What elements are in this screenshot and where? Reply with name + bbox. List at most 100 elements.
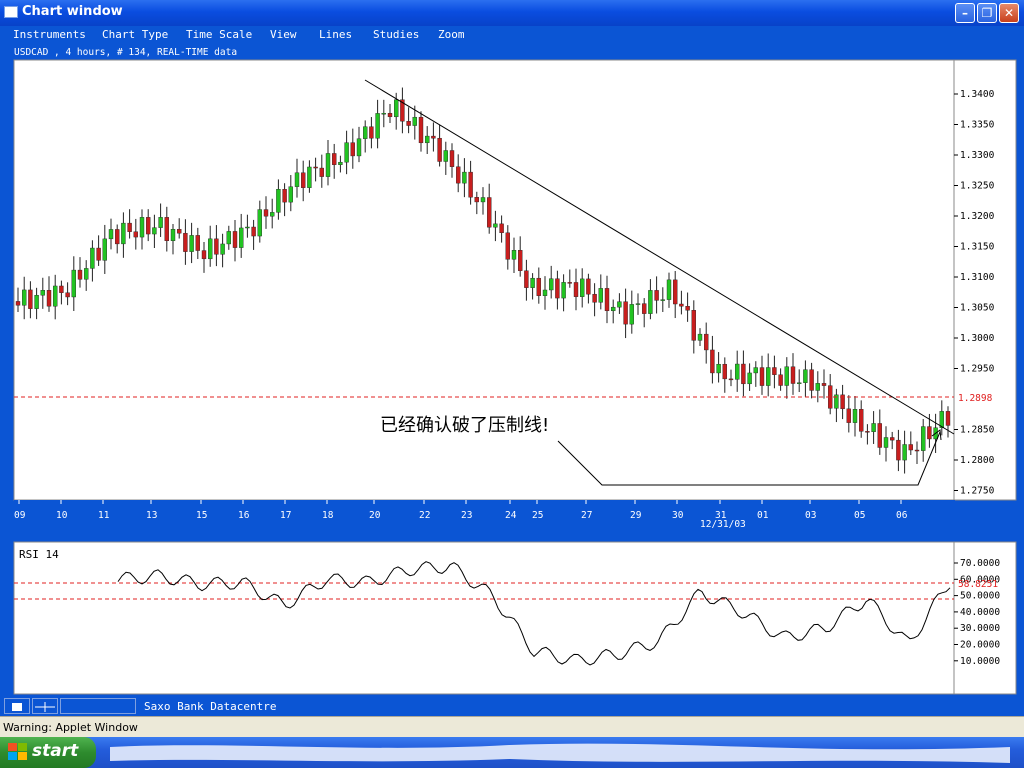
candle-body — [927, 426, 932, 440]
candle-body — [815, 383, 820, 391]
candle-body — [257, 209, 262, 237]
candle-body — [797, 382, 802, 384]
menu-lines[interactable]: Lines — [319, 28, 352, 41]
candle-body — [443, 150, 448, 162]
candle-body — [313, 166, 318, 169]
date-tick-label: 17 — [280, 510, 291, 521]
candle-body — [394, 99, 399, 118]
candle-body — [102, 238, 108, 261]
candle-body — [673, 279, 678, 305]
status-cell-2[interactable] — [32, 698, 58, 714]
date-tick-label: 22 — [419, 510, 430, 521]
candle-body — [524, 270, 529, 288]
candle-body — [505, 232, 510, 260]
candle-body — [542, 289, 548, 296]
candle-body — [381, 112, 386, 115]
candle-body — [207, 238, 213, 260]
close-button[interactable]: ✕ — [999, 3, 1019, 23]
data-source: Saxo Bank Datacentre — [144, 700, 277, 713]
candle-body — [214, 238, 219, 255]
candle-body — [598, 288, 603, 303]
candle-body — [59, 285, 64, 293]
date-tick-label: 13 — [146, 510, 157, 521]
start-button[interactable]: start — [0, 737, 96, 768]
menu-time-scale[interactable]: Time Scale — [186, 28, 252, 41]
candle-body — [294, 172, 300, 187]
candle-body — [46, 290, 52, 307]
candle-body — [865, 431, 870, 433]
date-tick-label: 27 — [581, 510, 592, 521]
price-tick-label: 1.3400 — [960, 89, 995, 100]
date-tick-label: 01 — [757, 510, 769, 521]
candle-body — [592, 293, 597, 303]
candle-body — [34, 294, 39, 309]
candle-body — [65, 292, 70, 298]
rsi-current-label: 58.8251 — [958, 579, 998, 590]
date-tick-label: 03 — [805, 510, 816, 521]
candle-body — [158, 217, 163, 228]
candle-body — [921, 426, 926, 451]
candle-body — [697, 333, 703, 341]
date-tick-label: 18 — [322, 510, 334, 521]
candle-body — [871, 423, 876, 433]
candle-body — [245, 226, 250, 229]
menu-view[interactable]: View — [270, 28, 297, 41]
candle-body — [766, 367, 771, 386]
candle-body — [617, 301, 622, 308]
candle-body — [747, 372, 752, 385]
candle-body — [387, 112, 393, 118]
candle-body — [710, 349, 715, 374]
candle-body — [679, 303, 684, 307]
price-tick-label: 1.2950 — [960, 364, 995, 375]
minimize-button[interactable]: – — [955, 3, 975, 23]
candle-body — [759, 367, 765, 386]
candle-body — [685, 306, 690, 311]
price-tick-label: 1.3000 — [960, 333, 995, 344]
menu-zoom[interactable]: Zoom — [438, 28, 465, 41]
candle-body — [350, 142, 355, 157]
candle-body — [276, 189, 281, 213]
start-label: start — [32, 741, 79, 761]
candle-body — [468, 171, 473, 198]
candle-body — [852, 409, 858, 423]
candle-body — [890, 437, 895, 441]
menu-instruments[interactable]: Instruments — [13, 28, 86, 41]
date-tick-label: 24 — [505, 510, 517, 521]
candle-body — [356, 138, 362, 157]
redacted-taskbar-items — [110, 743, 1010, 763]
chart-canvas[interactable]: USDCAD , 4 hours, # 134, REAL-TIME data … — [0, 44, 1024, 696]
maximize-button[interactable]: ❐ — [977, 3, 997, 23]
candle-body — [629, 304, 634, 325]
candle-body — [96, 247, 101, 261]
candle-body — [325, 153, 331, 177]
candle-body — [406, 121, 411, 126]
price-tick-label: 1.3200 — [960, 211, 995, 222]
candle-body — [183, 232, 188, 252]
date-tick-label: 25 — [532, 510, 543, 521]
candle-body — [437, 137, 442, 162]
candle-body — [846, 408, 851, 423]
candle-body — [220, 243, 225, 255]
rsi-plot — [13, 541, 956, 695]
date-tick-label: 06 — [896, 510, 908, 521]
candle-body — [189, 235, 194, 252]
price-tick-label: 1.2750 — [960, 486, 995, 497]
candle-body — [877, 423, 882, 448]
date-tick-label: 16 — [238, 510, 250, 521]
price-tick-label: 1.3350 — [960, 120, 995, 131]
candle-body — [22, 289, 27, 306]
candle-body — [114, 229, 120, 245]
menu-studies[interactable]: Studies — [373, 28, 419, 41]
candle-body — [462, 171, 467, 184]
candle-body — [790, 366, 796, 384]
rsi-title: RSI 14 — [19, 548, 59, 561]
candle-body — [561, 282, 566, 299]
candle-body — [530, 277, 535, 288]
date-label: 12/31/03 — [700, 519, 746, 530]
rsi-ticks: 70.000060.000050.000040.000030.000020.00… — [954, 558, 1000, 667]
rsi-tick-label: 70.0000 — [960, 558, 1000, 569]
candle-body — [90, 247, 95, 269]
candle-body — [741, 363, 746, 385]
status-cell-1[interactable] — [4, 698, 30, 714]
menu-chart-type[interactable]: Chart Type — [102, 28, 168, 41]
